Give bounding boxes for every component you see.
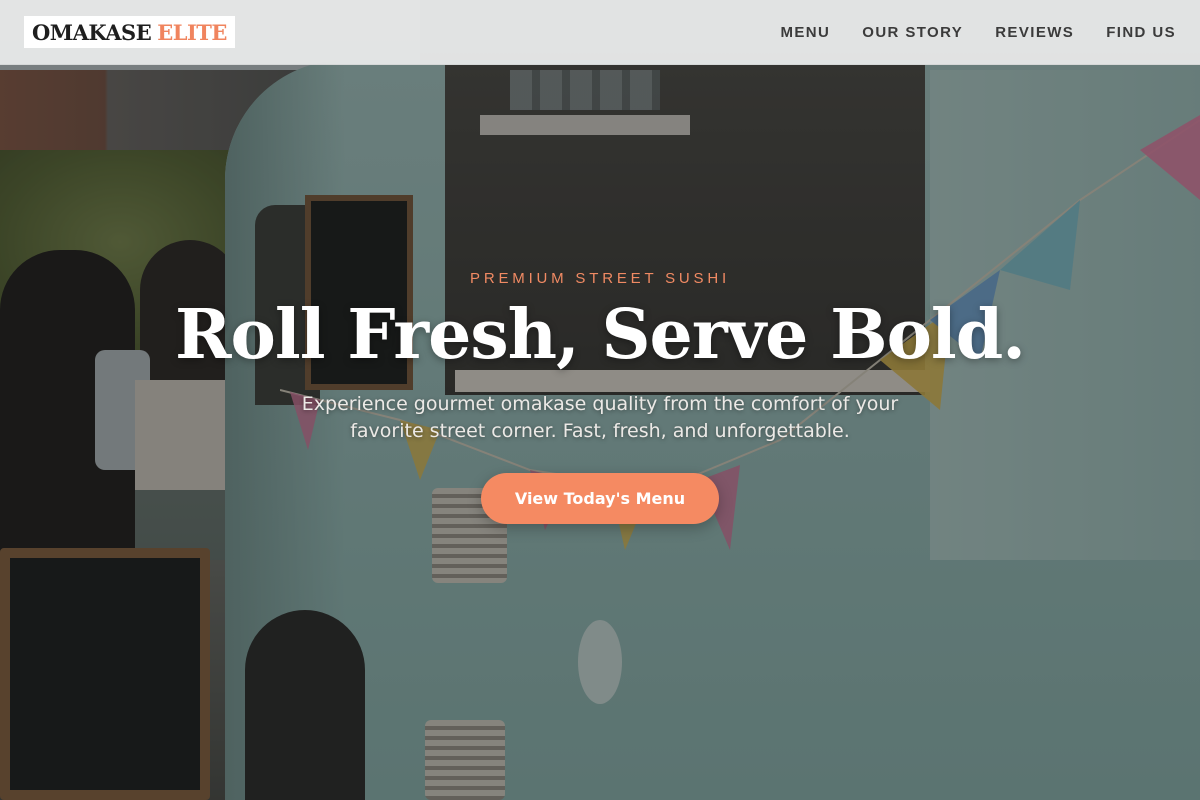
- nav-link-menu[interactable]: MENU: [780, 24, 830, 41]
- hero-headline: Roll Fresh, Serve Bold.: [175, 295, 1026, 375]
- nav-link-find-us[interactable]: FIND US: [1106, 24, 1176, 41]
- logo-text-accent: ELITE: [157, 19, 227, 45]
- hero-content: PREMIUM STREET SUSHI Roll Fresh, Serve B…: [0, 270, 1200, 524]
- hero-subtitle: Experience gourmet omakase quality from …: [301, 393, 899, 442]
- hero-eyebrow: PREMIUM STREET SUSHI: [470, 270, 730, 287]
- main-nav: MENU OUR STORY REVIEWS FIND US: [780, 24, 1176, 41]
- nav-link-reviews[interactable]: REVIEWS: [995, 24, 1074, 41]
- logo-text-main: OMAKASE: [32, 19, 152, 45]
- brand-logo[interactable]: OMAKASE ELITE: [24, 16, 235, 48]
- view-menu-button[interactable]: View Today's Menu: [481, 473, 719, 524]
- nav-link-our-story[interactable]: OUR STORY: [862, 24, 963, 41]
- top-nav-bar: OMAKASE ELITE MENU OUR STORY REVIEWS FIN…: [0, 0, 1200, 65]
